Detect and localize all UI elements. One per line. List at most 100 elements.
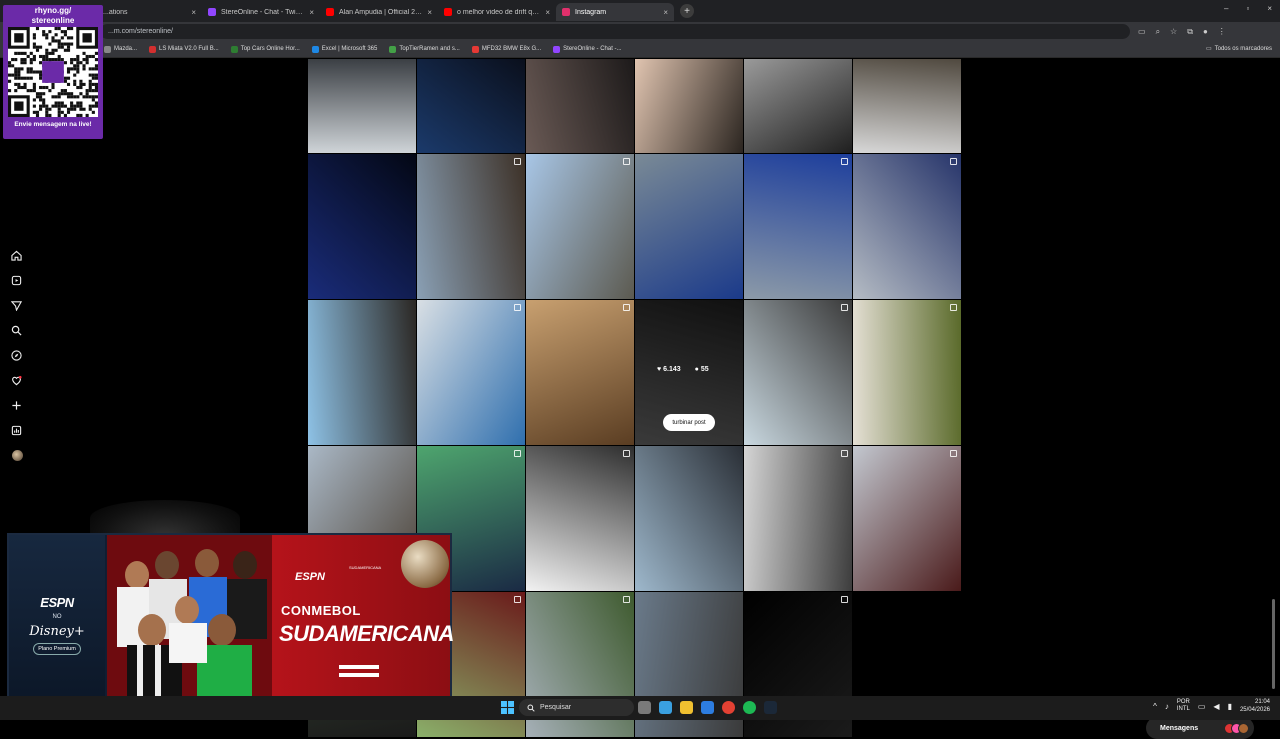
profile-icon[interactable]: ● [1203,27,1208,37]
search-icon[interactable] [8,324,24,337]
browser-tab[interactable]: Alan Ampudia | Official 2026 S... × [320,3,438,21]
post-thumbnail[interactable] [526,154,634,299]
post-thumbnail[interactable] [744,300,852,445]
comments-count: ● 55 [694,366,709,373]
language-indicator[interactable]: POR INTL [1177,699,1190,713]
close-icon[interactable]: × [427,8,432,17]
notifications-icon[interactable] [8,374,24,387]
messages-button[interactable]: Mensagens [1146,717,1254,739]
post-image [853,59,961,153]
carousel-icon [514,596,521,603]
explore-icon[interactable] [8,349,24,362]
close-icon[interactable]: × [191,8,196,17]
steam-icon[interactable] [764,701,777,714]
post-thumbnail[interactable] [853,59,961,153]
post-thumbnail[interactable] [635,59,743,153]
stripe [339,665,379,669]
spotify-icon[interactable] [743,701,756,714]
post-thumbnail[interactable] [417,59,525,153]
carousel-icon [623,304,630,311]
chrome-icon[interactable] [722,701,735,714]
bookmark-item[interactable]: Mazda... [104,45,138,53]
carousel-icon [841,304,848,311]
bookmark-item[interactable]: Excel | Microsoft 365 [311,45,377,53]
bookmark-item[interactable]: StereOnline - Chat -... [553,45,622,53]
post-thumbnail[interactable] [308,59,416,153]
likes-value: 6.143 [663,366,681,373]
close-icon[interactable]: × [545,8,550,17]
bookmark-favicon [104,45,111,53]
post-thumbnail[interactable] [853,300,961,445]
boost-post-button[interactable]: turbinar post [663,414,715,431]
extensions-icon[interactable]: ⧉ [1187,27,1193,37]
copilot-icon[interactable] [659,701,672,714]
dashboard-icon[interactable] [8,424,24,437]
bookmark-item[interactable]: LS Miata V2.0 Full B... [149,45,219,53]
post-thumbnail[interactable] [417,154,525,299]
menu-icon[interactable]: ⋮ [1218,27,1226,37]
bookmark-label: StereOnline - Chat -... [563,46,622,52]
profile-avatar[interactable] [8,449,24,462]
cast-icon[interactable]: ▭ [1138,27,1146,37]
espn-logo: ESPN [40,594,74,610]
stripe [339,673,379,677]
bookmark-item[interactable]: Top Cars Online Hor... [230,45,300,53]
post-thumbnail[interactable] [417,300,525,445]
bookmark-label: Top Cars Online Hor... [240,46,300,52]
post-thumbnail[interactable] [635,154,743,299]
create-icon[interactable] [8,399,24,412]
close-icon[interactable]: × [309,8,314,17]
browser-tab[interactable]: o melhor video de drift que e... × [438,3,556,21]
avatar [11,450,23,461]
microphone-icon[interactable]: ♪ [1165,702,1169,711]
post-thumbnail[interactable] [308,300,416,445]
post-thumbnail[interactable] [635,446,743,591]
bookmark-item[interactable]: TopTierRamen and s... [389,45,460,53]
home-icon[interactable] [8,249,24,262]
file-explorer-icon[interactable] [680,701,693,714]
webcam-overlay [90,500,240,536]
post-thumbnail[interactable] [526,446,634,591]
browser-tab[interactable]: StereOnline - Chat - Twitch × [202,3,320,21]
post-thumbnail[interactable] [744,154,852,299]
close-window-icon[interactable]: × [1267,4,1272,13]
post-thumbnail[interactable] [744,446,852,591]
windows-taskbar: Pesquisar ^ ♪ POR INTL ▭ ◀ ▮ 21:04 25/04… [0,696,1280,720]
new-tab-button[interactable]: + [680,4,694,18]
battery-icon[interactable]: ▮ [1228,702,1232,711]
post-thumbnail[interactable] [308,154,416,299]
bookmark-label: MFD32 BMW E8x G... [481,46,542,52]
bookmark-favicon [311,45,319,53]
tray-overflow-icon[interactable]: ^ [1153,702,1157,711]
volume-icon[interactable]: ◀ [1213,702,1219,711]
reels-icon[interactable] [8,274,24,287]
network-icon[interactable]: ▭ [1198,702,1206,711]
minimize-icon[interactable]: – [1224,4,1228,13]
bookmark-label: Mazda... [114,46,138,52]
star-icon[interactable]: ☆ [1170,27,1177,37]
messages-label: Mensagens [1160,724,1199,732]
zoom-icon[interactable]: ⌕ [1156,27,1160,37]
post-thumbnail[interactable]: ♥ 6.143 ● 55 turbinar post [635,300,743,445]
task-view-icon[interactable] [638,701,651,714]
bookmark-item[interactable]: MFD32 BMW E8x G... [471,45,542,53]
bookmark-favicon [471,45,479,53]
close-icon[interactable]: × [663,8,668,17]
direct-icon[interactable] [8,299,24,312]
post-thumbnail[interactable] [526,300,634,445]
post-thumbnail[interactable] [853,154,961,299]
post-thumbnail[interactable] [526,59,634,153]
taskbar-search[interactable]: Pesquisar [519,699,634,716]
carousel-icon [514,158,521,165]
maximize-icon[interactable]: ▫ [1246,4,1249,13]
url-field[interactable]: ...m.com/stereonline/ [100,24,1130,39]
scrollbar-thumb[interactable] [1272,599,1275,689]
all-bookmarks[interactable]: ▭ Todos os marcadores [1206,45,1272,53]
store-icon[interactable] [701,701,714,714]
windows-start-icon[interactable] [501,701,514,714]
post-thumbnail[interactable] [853,446,961,591]
browser-tab[interactable]: Instagram × [556,3,674,21]
post-image [526,446,634,591]
clock[interactable]: 21:04 25/04/2026 [1240,698,1270,714]
post-thumbnail[interactable] [744,59,852,153]
